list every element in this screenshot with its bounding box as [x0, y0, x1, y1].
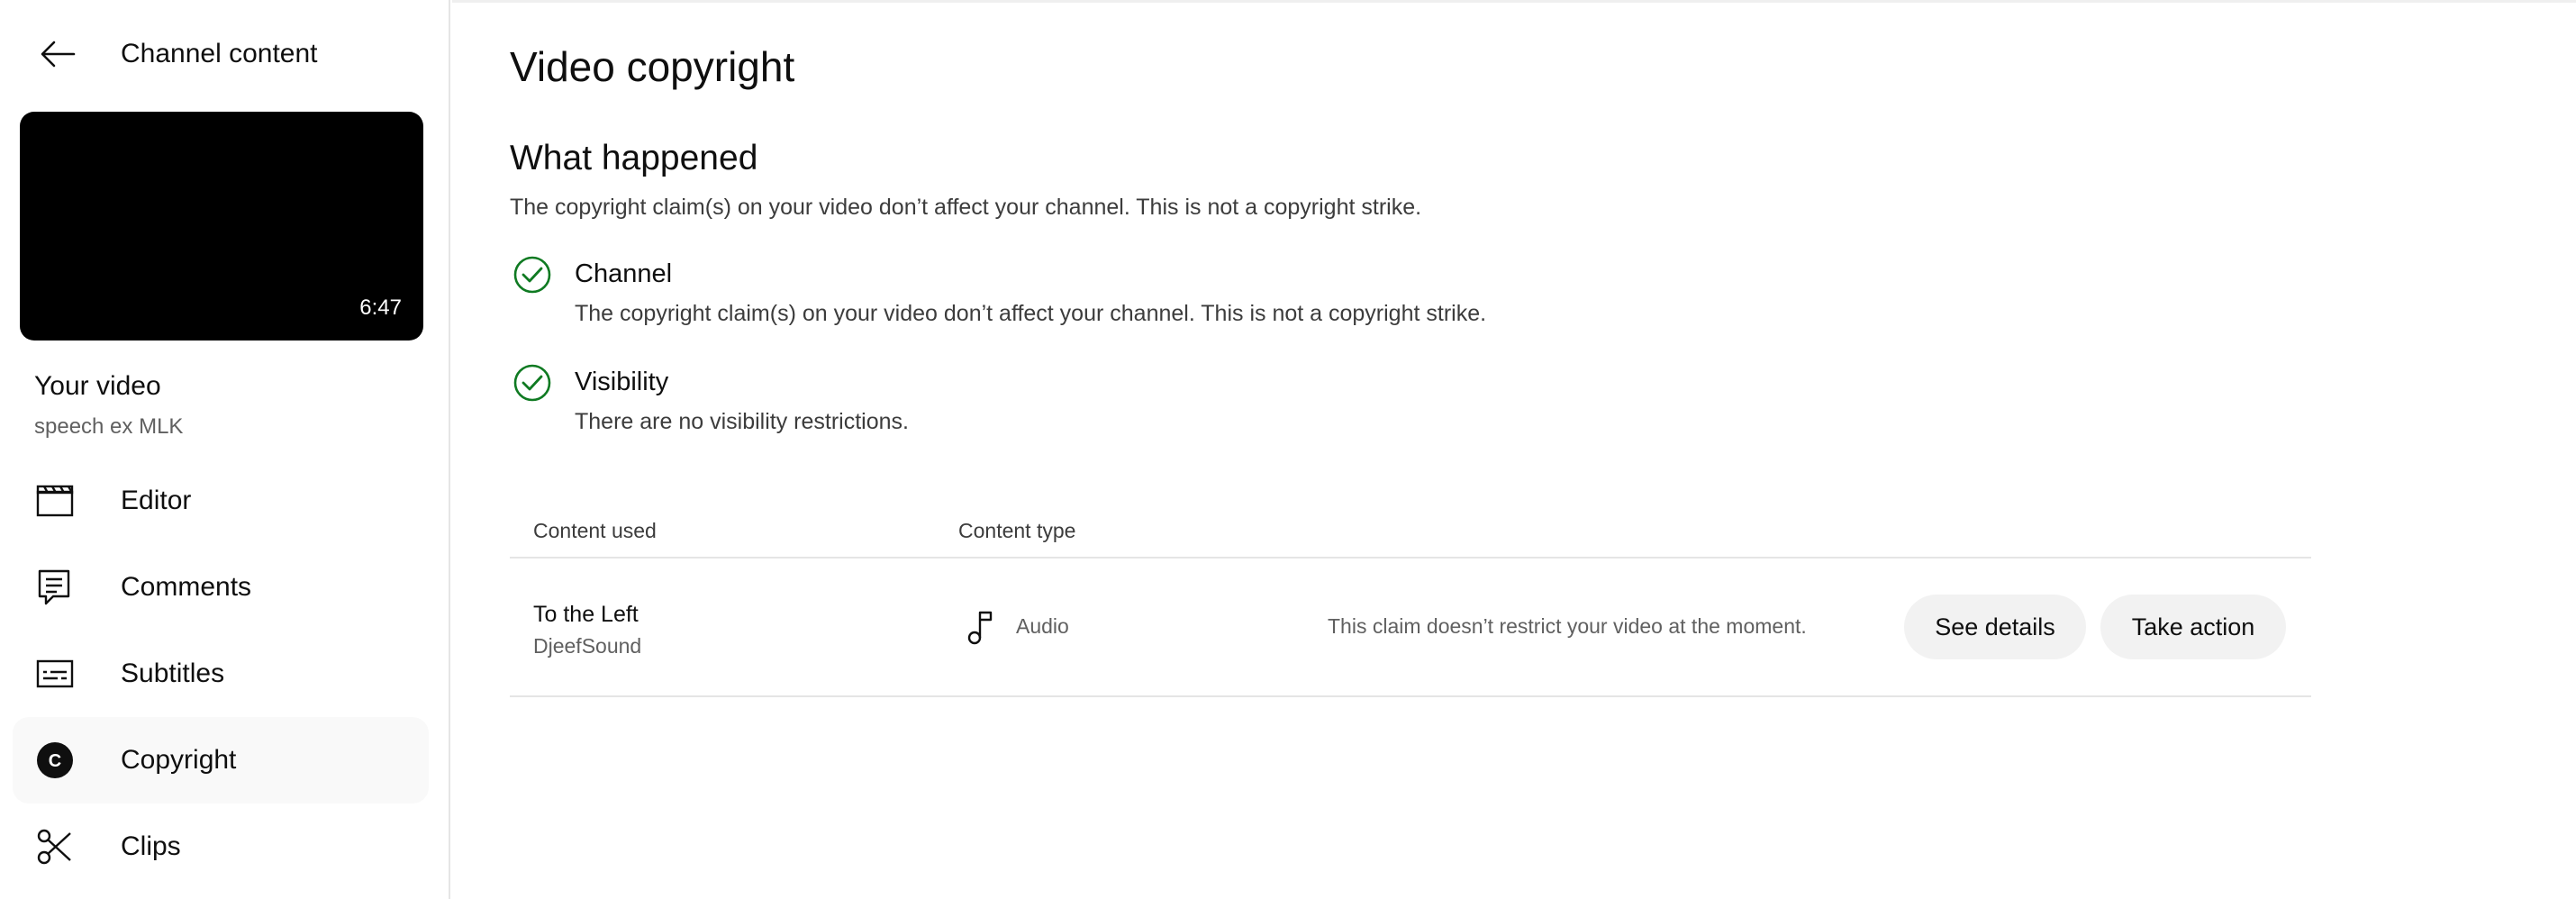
take-action-button[interactable]: Take action: [2100, 595, 2286, 659]
content-title: To the Left: [533, 602, 639, 627]
sidebar-item-label: Comments: [121, 572, 252, 602]
page-title: Video copyright: [510, 43, 795, 90]
music-note-icon: [967, 611, 993, 645]
content-artist: DjeefSound: [533, 634, 642, 658]
arrow-back-icon: [41, 41, 76, 68]
video-subtitle: speech ex MLK: [34, 414, 184, 439]
scissors-icon: [34, 826, 76, 867]
column-header-content-type: Content type: [958, 519, 1076, 542]
subtitles-icon: [34, 653, 76, 695]
content-type: Audio: [1016, 614, 1069, 638]
back-button[interactable]: [32, 29, 83, 79]
sidebar-title: Channel content: [121, 39, 318, 68]
see-details-button[interactable]: See details: [1904, 595, 2086, 659]
sidebar-item-subtitles[interactable]: Subtitles: [13, 631, 429, 717]
check-circle-icon: [513, 364, 551, 402]
sidebar-item-label: Clips: [121, 831, 181, 861]
column-header-content-used: Content used: [533, 519, 657, 542]
sidebar-item-comments[interactable]: Comments: [13, 544, 429, 631]
sidebar-item-label: Editor: [121, 486, 192, 515]
sidebar-item-label: Subtitles: [121, 658, 225, 688]
sidebar-item-editor[interactable]: Editor: [13, 458, 429, 544]
claim-status-message: This claim doesn’t restrict your video a…: [1328, 614, 1807, 638]
sidebar-nav: Editor Comments Subtitles C Copyright Cl…: [13, 458, 429, 890]
copyright-icon: C: [34, 740, 76, 781]
sidebar-header: Channel content: [0, 0, 449, 108]
section-title: What happened: [510, 139, 758, 177]
top-divider: [452, 0, 2576, 3]
video-duration: 6:47: [359, 295, 402, 320]
status-label: Channel: [575, 259, 673, 288]
status-description: The copyright claim(s) on your video don…: [575, 301, 1487, 326]
sidebar: Channel content 6:47 Your video speech e…: [0, 0, 450, 899]
check-circle-icon: [513, 256, 551, 294]
sidebar-item-clips[interactable]: Clips: [13, 804, 429, 890]
clapperboard-icon: [34, 480, 76, 522]
status-description: There are no visibility restrictions.: [575, 409, 909, 434]
comment-icon: [34, 567, 76, 608]
video-thumbnail[interactable]: 6:47: [20, 112, 423, 341]
sidebar-item-copyright[interactable]: C Copyright: [13, 717, 429, 804]
divider: [510, 695, 2311, 697]
section-description: The copyright claim(s) on your video don…: [510, 195, 1422, 220]
status-label: Visibility: [575, 368, 669, 396]
table-row: To the Left DjeefSound Audio This claim …: [510, 558, 2311, 697]
video-title: Your video: [34, 371, 161, 401]
sidebar-item-label: Copyright: [121, 745, 237, 775]
svg-text:C: C: [49, 751, 61, 771]
